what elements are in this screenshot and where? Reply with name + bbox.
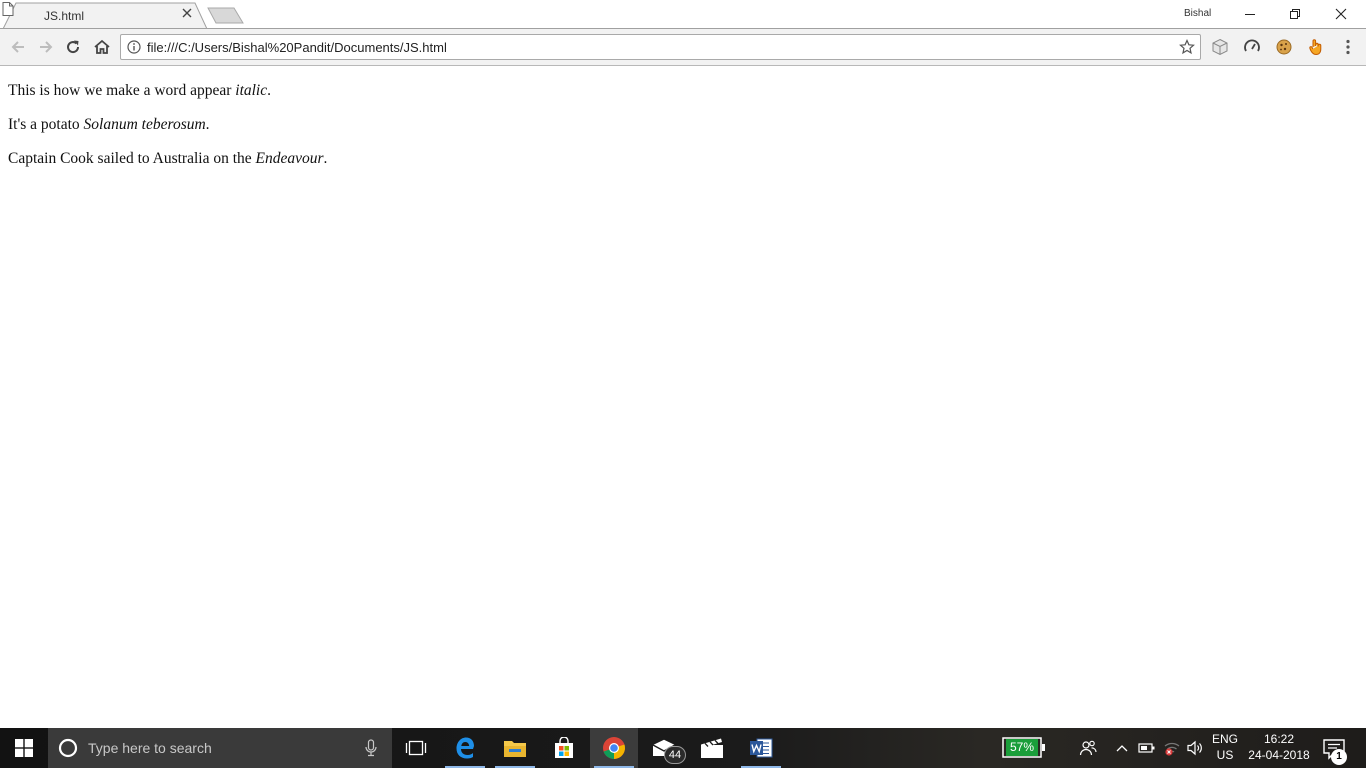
battery-icon bbox=[1138, 743, 1155, 753]
movies-app[interactable] bbox=[688, 728, 736, 768]
word-app[interactable] bbox=[737, 728, 785, 768]
extension-speed[interactable] bbox=[1240, 35, 1264, 59]
restore-button[interactable] bbox=[1272, 0, 1318, 28]
file-explorer-app[interactable] bbox=[491, 728, 539, 768]
speedometer-extension-icon bbox=[1244, 39, 1260, 52]
clock-button[interactable]: 16:22 24-04-2018 bbox=[1246, 731, 1312, 763]
edge-app[interactable] bbox=[441, 728, 489, 768]
tab-close-button[interactable] bbox=[182, 8, 196, 22]
language-region: US bbox=[1216, 748, 1234, 762]
paragraph-potato: It's a potato Solanum teberosum. bbox=[8, 116, 210, 133]
task-view-button[interactable] bbox=[392, 728, 440, 768]
microphone-icon[interactable] bbox=[364, 739, 378, 757]
clock-time: 16:22 bbox=[1263, 732, 1295, 746]
menu-kebab-icon bbox=[1346, 39, 1350, 55]
url-text[interactable]: file:///C:/Users/Bishal%20Pandit/Documen… bbox=[147, 40, 447, 55]
address-bar[interactable]: file:///C:/Users/Bishal%20Pandit/Documen… bbox=[120, 34, 1201, 60]
new-tab-button[interactable] bbox=[207, 7, 245, 24]
battery-meter-widget[interactable]: 57% bbox=[1002, 737, 1046, 758]
window-close-button[interactable] bbox=[1318, 0, 1364, 28]
clock-date: 24-04-2018 bbox=[1248, 748, 1310, 762]
minimize-button[interactable] bbox=[1227, 0, 1273, 28]
paragraph-italic: This is how we make a word appear italic… bbox=[8, 82, 271, 99]
taskbar-search-box[interactable]: Type here to search bbox=[48, 728, 392, 768]
cube-extension-icon bbox=[1212, 38, 1228, 56]
store-icon bbox=[555, 737, 573, 758]
chrome-icon bbox=[603, 737, 625, 759]
volume-button[interactable] bbox=[1184, 728, 1206, 768]
people-icon bbox=[1079, 740, 1097, 756]
notification-count-badge: 1 bbox=[1331, 749, 1347, 765]
forward-arrow-icon bbox=[40, 41, 53, 53]
movies-icon bbox=[701, 738, 723, 758]
wifi-disconnected-icon bbox=[1164, 742, 1180, 756]
close-icon bbox=[182, 8, 192, 18]
italic-word: italic bbox=[235, 82, 268, 99]
page-content: This is how we make a word appear italic… bbox=[0, 67, 1366, 728]
speaker-icon bbox=[1187, 740, 1202, 756]
show-hidden-icons-button[interactable] bbox=[1113, 728, 1131, 768]
chevron-up-icon bbox=[1116, 745, 1128, 752]
store-app[interactable] bbox=[540, 728, 588, 768]
cookie-extension-icon bbox=[1276, 39, 1292, 55]
reload-button[interactable] bbox=[61, 35, 85, 59]
profile-button[interactable]: Bishal bbox=[1184, 8, 1211, 19]
italic-ship: Endeavour bbox=[255, 150, 324, 167]
language-code: ENG bbox=[1211, 732, 1238, 746]
battery-status-button[interactable] bbox=[1137, 728, 1157, 768]
file-explorer-icon bbox=[504, 741, 526, 757]
task-view-icon bbox=[405, 740, 427, 756]
close-icon bbox=[1335, 8, 1347, 20]
paragraph-endeavour: Captain Cook sailed to Australia on the … bbox=[8, 150, 328, 167]
extension-cube[interactable] bbox=[1208, 35, 1232, 59]
word-icon bbox=[750, 738, 773, 758]
start-button[interactable] bbox=[0, 728, 48, 768]
bookmark-star-icon[interactable] bbox=[1179, 39, 1195, 55]
extension-hand[interactable] bbox=[1304, 35, 1328, 59]
browser-toolbar: file:///C:/Users/Bishal%20Pandit/Documen… bbox=[0, 29, 1366, 66]
chrome-app[interactable] bbox=[590, 728, 638, 768]
input-language-button[interactable]: ENG US bbox=[1208, 731, 1242, 763]
back-button[interactable] bbox=[6, 35, 30, 59]
cortana-icon bbox=[58, 738, 78, 758]
mail-unread-badge: 44 bbox=[664, 746, 686, 764]
people-button[interactable] bbox=[1076, 728, 1100, 768]
info-icon[interactable] bbox=[127, 40, 141, 54]
browser-menu-button[interactable] bbox=[1336, 35, 1360, 59]
extension-cookie[interactable] bbox=[1272, 35, 1296, 59]
forward-button[interactable] bbox=[34, 35, 58, 59]
browser-tab[interactable]: JS.html bbox=[2, 2, 208, 29]
italic-species: Solanum teberosum bbox=[83, 116, 206, 133]
battery-percent: 57% bbox=[1006, 739, 1038, 756]
network-status-button[interactable] bbox=[1161, 728, 1183, 768]
document-icon bbox=[2, 2, 14, 16]
minimize-icon bbox=[1245, 14, 1255, 15]
edge-icon bbox=[456, 737, 474, 759]
back-arrow-icon bbox=[11, 41, 24, 53]
reload-icon bbox=[67, 40, 80, 54]
restore-icon bbox=[1290, 9, 1300, 19]
tab-shape bbox=[2, 2, 208, 29]
home-button[interactable] bbox=[90, 35, 114, 59]
tab-title: JS.html bbox=[44, 9, 85, 23]
home-icon bbox=[94, 39, 110, 54]
windows-logo-icon bbox=[15, 739, 33, 757]
hand-extension-icon bbox=[1309, 39, 1322, 56]
tab-strip: JS.html Bishal bbox=[0, 0, 1366, 29]
search-placeholder: Type here to search bbox=[88, 740, 212, 756]
